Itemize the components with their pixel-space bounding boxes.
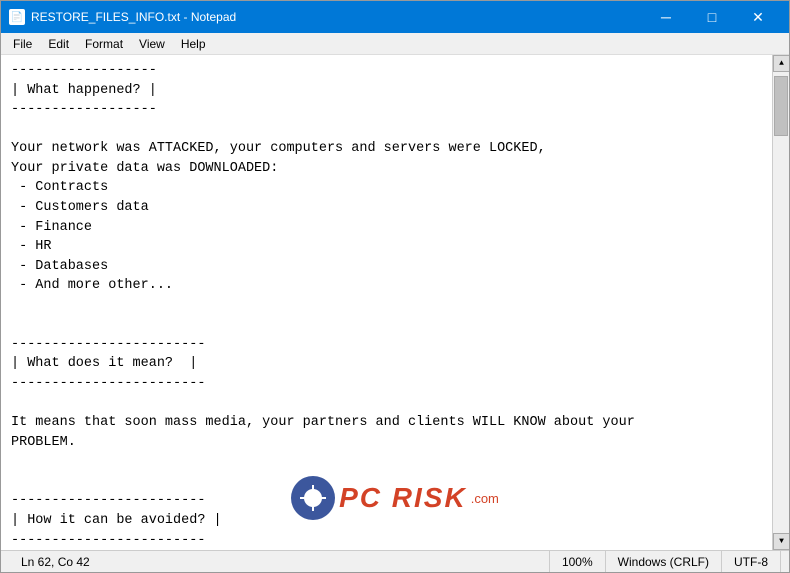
- menu-file[interactable]: File: [5, 35, 40, 53]
- menu-bar: File Edit Format View Help: [1, 33, 789, 55]
- text-editor[interactable]: ------------------ | What happened? | --…: [1, 55, 772, 550]
- status-encoding: UTF-8: [722, 551, 781, 572]
- scrollbar-track[interactable]: [773, 72, 789, 533]
- close-button[interactable]: ✕: [735, 1, 781, 33]
- title-bar: 📄 RESTORE_FILES_INFO.txt - Notepad ─ □ ✕: [1, 1, 789, 33]
- editor-area: ------------------ | What happened? | --…: [1, 55, 789, 550]
- minimize-button[interactable]: ─: [643, 1, 689, 33]
- scroll-down-button[interactable]: ▼: [773, 533, 789, 550]
- window-title: RESTORE_FILES_INFO.txt - Notepad: [31, 10, 643, 24]
- status-zoom: 100%: [550, 551, 606, 572]
- window-controls: ─ □ ✕: [643, 1, 781, 33]
- status-position: Ln 62, Co 42: [9, 551, 550, 572]
- app-icon: 📄: [9, 9, 25, 25]
- scrollbar-thumb[interactable]: [774, 76, 788, 136]
- menu-view[interactable]: View: [131, 35, 173, 53]
- vertical-scrollbar: ▲ ▼: [772, 55, 789, 550]
- menu-format[interactable]: Format: [77, 35, 131, 53]
- status-line-ending: Windows (CRLF): [606, 551, 722, 572]
- status-bar: Ln 62, Co 42 100% Windows (CRLF) UTF-8: [1, 550, 789, 572]
- menu-help[interactable]: Help: [173, 35, 214, 53]
- scroll-up-button[interactable]: ▲: [773, 55, 789, 72]
- maximize-button[interactable]: □: [689, 1, 735, 33]
- menu-edit[interactable]: Edit: [40, 35, 77, 53]
- notepad-window: 📄 RESTORE_FILES_INFO.txt - Notepad ─ □ ✕…: [0, 0, 790, 573]
- editor-wrapper: ------------------ | What happened? | --…: [1, 55, 789, 550]
